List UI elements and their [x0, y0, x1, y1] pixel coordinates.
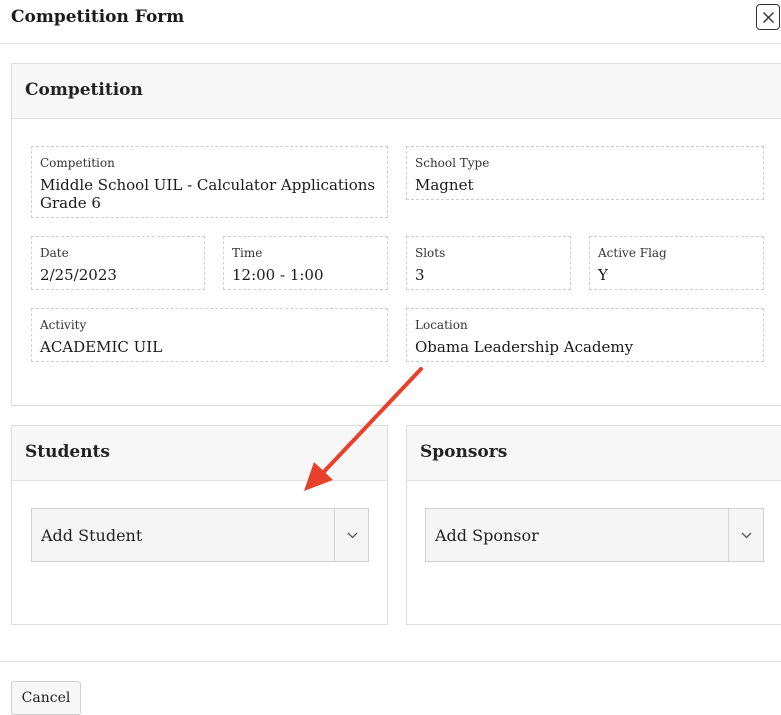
activity-field: Activity ACADEMIC UIL: [31, 308, 388, 362]
field-value: Magnet: [415, 176, 474, 194]
sponsors-card-header: Sponsors: [407, 426, 781, 481]
students-card-header: Students: [12, 426, 387, 481]
field-label: Active Flag: [598, 246, 667, 260]
sponsors-card: Sponsors Add Sponsor: [406, 425, 781, 625]
add-sponsor-toggle[interactable]: [729, 509, 764, 561]
add-student-select[interactable]: Add Student: [31, 508, 369, 562]
cancel-button[interactable]: Cancel: [11, 681, 81, 715]
field-value: Y: [598, 266, 608, 284]
competition-card: Competition Competition Middle School UI…: [11, 63, 781, 406]
field-value: Obama Leadership Academy: [415, 338, 634, 356]
date-field: Date 2/25/2023: [31, 236, 205, 290]
field-value: 2/25/2023: [40, 266, 117, 284]
field-value: 12:00 - 1:00: [232, 266, 324, 284]
add-sponsor-placeholder: Add Sponsor: [435, 526, 539, 545]
modal-title: Competition Form: [11, 7, 185, 27]
add-student-placeholder: Add Student: [41, 526, 143, 545]
field-label: Activity: [40, 318, 87, 332]
field-label: Slots: [415, 246, 446, 260]
field-label: Time: [232, 246, 263, 260]
chevron-down-icon: [741, 532, 752, 538]
active-flag-field: Active Flag Y: [589, 236, 764, 290]
students-card-title: Students: [25, 442, 110, 462]
field-label: Competition: [40, 156, 115, 170]
time-field: Time 12:00 - 1:00: [223, 236, 388, 290]
modal-header: Competition Form: [0, 0, 781, 44]
sponsors-card-title: Sponsors: [420, 442, 508, 462]
add-sponsor-select[interactable]: Add Sponsor: [425, 508, 764, 562]
modal-footer-divider: [0, 661, 781, 662]
students-card: Students Add Student: [11, 425, 388, 625]
competition-card-header: Competition: [12, 64, 781, 119]
competition-card-title: Competition: [25, 80, 143, 100]
field-label: School Type: [415, 156, 490, 170]
slots-field: Slots 3: [406, 236, 571, 290]
field-label: Location: [415, 318, 468, 332]
close-icon: [762, 11, 774, 23]
add-student-toggle[interactable]: [335, 509, 370, 561]
location-field: Location Obama Leadership Academy: [406, 308, 764, 362]
close-button[interactable]: [756, 4, 780, 30]
field-value: Middle School UIL - Calculator Applicati…: [40, 176, 376, 212]
chevron-down-icon: [347, 532, 358, 538]
field-value: ACADEMIC UIL: [40, 338, 163, 356]
school-type-field: School Type Magnet: [406, 146, 764, 200]
field-value: 3: [415, 266, 425, 284]
competition-field: Competition Middle School UIL - Calculat…: [31, 146, 388, 218]
field-label: Date: [40, 246, 69, 260]
